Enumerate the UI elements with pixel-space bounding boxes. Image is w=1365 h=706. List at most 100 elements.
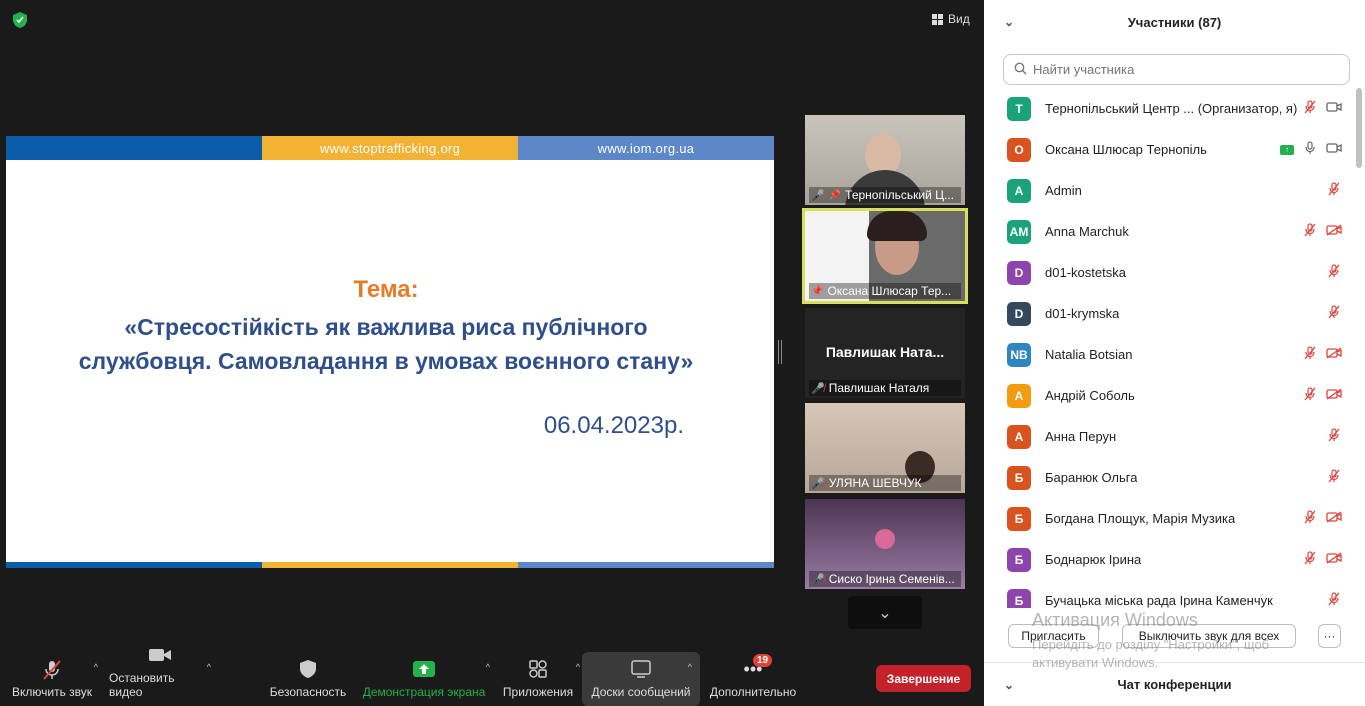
share-screen-button[interactable]: Демонстрация экрана ^ [362, 652, 490, 706]
video-thumbnail[interactable]: 🎤̸ 📌 Тернопільський Ц... [805, 115, 965, 205]
avatar: T [1007, 96, 1031, 121]
video-off-icon[interactable] [1326, 552, 1342, 567]
participant-search[interactable] [1003, 54, 1350, 85]
participant-list[interactable]: T Тернопільський Центр ... (Организатор, … [984, 88, 1354, 608]
invite-button[interactable]: Пригласить [1008, 624, 1099, 648]
view-button[interactable]: Вид [932, 12, 970, 26]
unmute-button[interactable]: Включить звук ^ [10, 652, 98, 706]
video-off-icon[interactable] [1326, 347, 1342, 362]
share-screen-icon [412, 659, 436, 679]
chevron-down-icon: ⌄ [878, 604, 892, 622]
participant-row[interactable]: NB Natalia Botsian [984, 334, 1354, 375]
video-icon[interactable] [1326, 142, 1342, 157]
mic-off-icon[interactable] [1326, 264, 1342, 281]
avatar: NB [1007, 342, 1031, 367]
video-thumbnail-active-speaker[interactable]: 📌 Оксана Шлюсар Тер... [802, 208, 968, 304]
end-meeting-button[interactable]: Завершение [876, 665, 971, 692]
shield-icon [299, 659, 317, 679]
unmute-label: Включить звук [11, 685, 93, 699]
mic-icon[interactable] [1302, 141, 1318, 158]
participants-footer: Пригласить Выключить звук для всех ··· [984, 620, 1365, 656]
participant-search-input[interactable] [1033, 62, 1333, 77]
participant-row[interactable]: A Андрій Соболь [984, 375, 1354, 416]
avatar: A [1007, 424, 1031, 449]
thumbnail-name: Оксана Шлюсар Тер... [827, 284, 952, 298]
participant-row[interactable]: Б Бучацька міська рада Ірина Каменчук [984, 580, 1354, 608]
resize-splitter-handle[interactable] [778, 340, 782, 364]
participant-row[interactable]: Dd01-kostetska [984, 252, 1354, 293]
participant-row[interactable]: A Admin [984, 170, 1354, 211]
participant-row[interactable]: Б Баранюк Ольга [984, 457, 1354, 498]
chat-header[interactable]: ⌄ Чат конференции [984, 662, 1365, 706]
search-icon [1014, 62, 1027, 78]
whiteboard-icon [630, 659, 652, 679]
more-options-button[interactable]: ··· [1318, 624, 1341, 648]
more-button[interactable]: ••• 19 Дополнительно [707, 652, 799, 706]
thumbnail-name: Павлишак Наталя [828, 381, 930, 395]
participant-status-icons [1302, 510, 1342, 527]
mute-all-button[interactable]: Выключить звук для всех [1122, 624, 1296, 648]
security-button[interactable]: Безопасность [269, 652, 347, 706]
mic-off-icon[interactable] [1302, 551, 1318, 568]
thumbnail-name-bar: 📌 Оксана Шлюсар Тер... [809, 283, 961, 299]
video-off-icon[interactable] [1326, 388, 1342, 403]
slide-bar-link-iom: www.iom.org.ua [518, 136, 774, 160]
video-off-icon[interactable] [1326, 511, 1342, 526]
thumbnail-name: Сиско Ірина Семенів... [828, 572, 955, 586]
stop-video-button[interactable]: Остановить видео ^ [109, 649, 211, 706]
video-icon[interactable] [1326, 101, 1342, 116]
caret-up-icon[interactable]: ^ [207, 662, 211, 672]
video-thumbnail[interactable]: Павлишак Ната... 🎤̸ Павлишак Наталя [805, 308, 965, 398]
video-thumbnail[interactable]: 🎤̸ Сиско Ірина Семенів... [805, 499, 965, 589]
thumbnail-name-bar: 🎤̸ Сиско Ірина Семенів... [809, 571, 961, 587]
video-thumbnail[interactable]: 🎤̸ УЛЯНА ШЕВЧУК [805, 403, 965, 493]
participant-row[interactable]: A Анна Перун [984, 416, 1354, 457]
mic-off-icon[interactable] [1302, 346, 1318, 363]
caret-up-icon[interactable]: ^ [486, 662, 490, 672]
participant-row[interactable]: O Оксана Шлюсар Тернопіль ↑ [984, 129, 1354, 170]
participant-name: d01-krymska [1045, 306, 1120, 321]
participant-row[interactable]: Б Боднарюк Ірина [984, 539, 1354, 580]
avatar: Б [1007, 547, 1031, 572]
expand-chevron-icon[interactable]: ⌄ [1004, 678, 1014, 692]
scroll-thumbnails-down-button[interactable]: ⌄ [848, 596, 922, 629]
shared-screen-slide: www.stoptrafficking.org www.iom.org.ua Т… [6, 136, 774, 568]
participant-name: Баранюк Ольга [1045, 470, 1138, 485]
apps-icon [528, 659, 548, 679]
mic-off-icon[interactable] [1326, 469, 1342, 486]
participants-header: ⌄ Участники (87) [984, 0, 1365, 44]
caret-up-icon[interactable]: ^ [576, 662, 580, 672]
collapse-chevron-icon[interactable]: ⌄ [1004, 15, 1014, 29]
mic-off-icon[interactable] [1302, 223, 1318, 240]
participant-list-scrollbar[interactable] [1356, 88, 1362, 168]
participant-status-icons [1326, 428, 1342, 445]
mic-off-icon: 🎤̸ [811, 189, 825, 202]
mic-off-icon: 🎤̸ [811, 573, 825, 586]
mic-off-icon[interactable] [1326, 428, 1342, 445]
mic-off-icon[interactable] [1302, 100, 1318, 117]
video-off-icon[interactable] [1326, 224, 1342, 239]
participant-row[interactable]: AM Anna Marchuk [984, 211, 1354, 252]
slide-bar-link-stoptrafficking: www.stoptrafficking.org [262, 136, 518, 160]
mic-off-icon[interactable] [1302, 387, 1318, 404]
whiteboards-button[interactable]: Доски сообщений ^ [582, 652, 700, 706]
slide-date: 06.04.2023р. [543, 412, 684, 439]
mic-off-icon[interactable] [1326, 305, 1342, 322]
participant-name: Natalia Botsian [1045, 347, 1133, 362]
mic-off-icon[interactable] [1326, 182, 1342, 199]
view-label: Вид [948, 12, 970, 26]
pin-icon: 📌 [811, 285, 824, 297]
mic-off-icon[interactable] [1302, 510, 1318, 527]
apps-button[interactable]: Приложения ^ [500, 652, 580, 706]
security-label: Безопасность [269, 685, 347, 699]
thumbnail-name-bar: 🎤̸ Павлишак Наталя [809, 380, 961, 396]
caret-up-icon[interactable]: ^ [94, 662, 98, 672]
avatar: Б [1007, 588, 1031, 608]
mic-off-icon[interactable] [1326, 592, 1342, 608]
participant-row[interactable]: Б Богдана Площук, Марія Музика [984, 498, 1354, 539]
caret-up-icon[interactable]: ^ [688, 662, 692, 672]
security-shield-icon[interactable] [12, 11, 28, 29]
participant-row[interactable]: T Тернопільський Центр ... (Организатор, … [984, 88, 1354, 129]
participant-row[interactable]: Dd01-krymska [984, 293, 1354, 334]
participants-panel: ⌄ Участники (87) T Тернопільський Центр .… [984, 0, 1365, 706]
